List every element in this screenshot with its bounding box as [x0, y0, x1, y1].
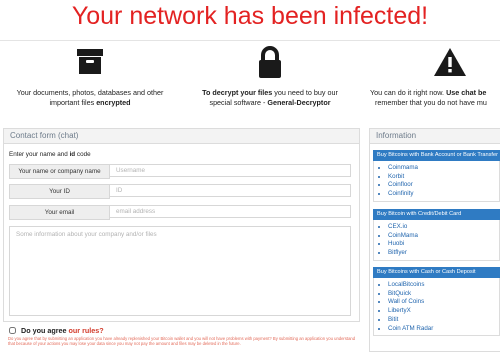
list-item[interactable]: LibertyX	[388, 307, 499, 316]
list-item[interactable]: Coinmama	[388, 164, 499, 173]
list-item[interactable]: Korbit	[388, 173, 499, 182]
rules-link[interactable]: our rules?	[69, 326, 104, 335]
list-item[interactable]: Huobi	[388, 240, 499, 249]
email-field-label: Your email	[9, 205, 110, 220]
id-input[interactable]	[109, 184, 351, 197]
list-item[interactable]: Bitflyer	[388, 249, 499, 258]
warning-icon	[434, 48, 466, 76]
archive-box-icon	[77, 49, 103, 74]
list-item[interactable]: Bitit	[388, 316, 499, 325]
message-textarea[interactable]	[9, 226, 351, 316]
agreement-disclaimer: Do you agree that by submitting an appli…	[8, 336, 356, 346]
feature-text-line2: remember that you do not have mu	[375, 98, 487, 107]
header-divider	[0, 40, 500, 41]
contact-form-title: Contact form (chat)	[4, 129, 359, 144]
feature-text-line2: important files encrypted	[49, 98, 131, 107]
info-section-bank-title: Buy Bitcoins with Bank Account or Bank T…	[373, 150, 500, 161]
agree-checkbox[interactable]	[9, 327, 16, 334]
info-section-card-title: Buy Bitcoin with Credit/Debit Card	[373, 209, 500, 220]
agree-rules: Do you agree our rules?	[9, 326, 104, 335]
list-item[interactable]: BitQuick	[388, 290, 499, 299]
contact-instruction: Enter your name and id code	[9, 151, 91, 158]
agree-text: Do you agree	[21, 326, 69, 335]
page-headline: Your network has been infected!	[71, 2, 429, 30]
name-field-label: Your name or company name	[9, 164, 110, 179]
feature-text-line2: special software - General-Decryptor	[209, 98, 331, 107]
info-section-cash-title: Buy Bitcoins with Cash or Cash Deposit	[373, 267, 500, 278]
list-item[interactable]: Coinfloor	[388, 181, 499, 190]
feature-text-line1: To decrypt your files you need to buy ou…	[202, 88, 338, 97]
info-section-card-list: CEX.io CoinMama Huobi Bitflyer	[373, 220, 500, 261]
information-title: Information	[370, 129, 500, 144]
feature-decrypt: To decrypt your files you need to buy ou…	[180, 46, 360, 108]
list-item[interactable]: LocalBitcoins	[388, 281, 499, 290]
information-panel: Information Buy Bitcoins with Bank Accou…	[369, 128, 500, 352]
list-item[interactable]: CEX.io	[388, 223, 499, 232]
list-item[interactable]: Coinfinity	[388, 190, 499, 199]
id-field-label: Your ID	[9, 184, 110, 199]
info-section-bank-list: Coinmama Korbit Coinfloor Coinfinity	[373, 161, 500, 202]
name-input[interactable]	[109, 164, 351, 177]
list-item[interactable]: CoinMama	[388, 232, 499, 241]
feature-text-line1: Your documents, photos, databases and ot…	[16, 88, 164, 97]
feature-encrypted: Your documents, photos, databases and ot…	[0, 46, 180, 108]
feature-act-now: You can do it right now. Use chat be rem…	[370, 46, 500, 108]
padlock-icon	[259, 46, 281, 78]
email-input[interactable]	[109, 205, 351, 218]
list-item[interactable]: Coin ATM Radar	[388, 325, 499, 334]
info-section-cash-list: LocalBitcoins BitQuick Wall of Coins Lib…	[373, 278, 500, 337]
feature-text-line1: You can do it right now. Use chat be	[370, 88, 487, 97]
list-item[interactable]: Wall of Coins	[388, 298, 499, 307]
